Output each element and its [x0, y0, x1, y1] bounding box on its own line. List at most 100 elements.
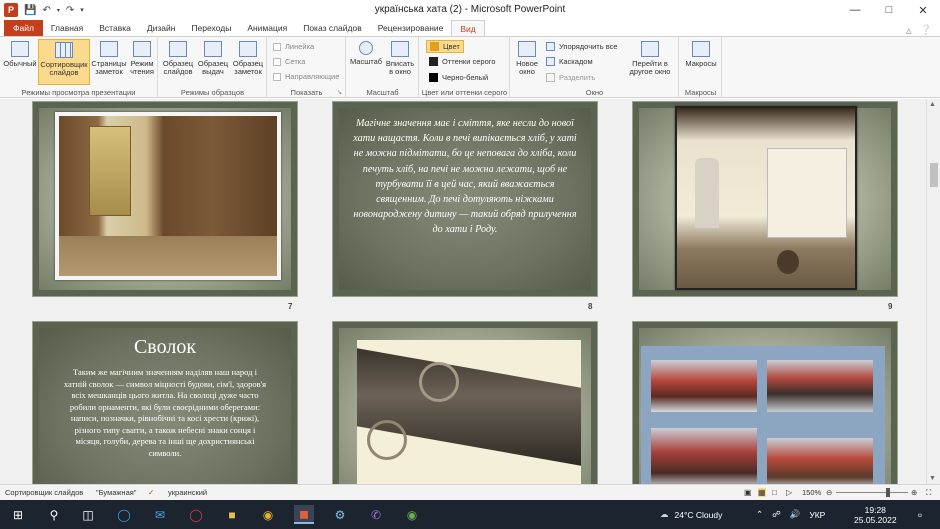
powerpoint-logo-icon[interactable]: P — [4, 3, 18, 17]
reading-view-icon — [133, 41, 151, 57]
mail-icon[interactable]: ✉ — [150, 505, 170, 524]
undo-dropdown-icon[interactable]: ▾ — [57, 7, 60, 14]
fit-to-window-button[interactable]: Вписать в окно — [384, 39, 416, 85]
customize-toolbar-icon[interactable]: ▾ — [80, 6, 84, 14]
notifications-icon[interactable]: ▫ — [910, 505, 930, 524]
tab-home[interactable]: Главная — [43, 20, 91, 36]
cascade-button[interactable]: Каскадом — [543, 55, 596, 68]
normal-view-button[interactable]: Обычный — [3, 39, 37, 85]
slide-thumbnail-12[interactable] — [632, 321, 898, 484]
undo-icon[interactable]: ↶ — [42, 5, 50, 16]
dialog-launcher-icon[interactable]: ↘ — [337, 89, 342, 96]
macros-button[interactable]: Макросы — [683, 39, 719, 85]
slide-thumbnail-10[interactable]: Сволок Таким же магічним значенням наділ… — [32, 321, 298, 484]
vertical-scrollbar[interactable]: ▲ ▼ — [926, 99, 940, 484]
group-window: Новое окно Упорядочить все Каскадом Разд… — [511, 37, 679, 98]
slide-text: Таким же магічним значенням наділяв наш … — [63, 367, 267, 458]
switch-windows-button[interactable]: Перейти в другое окно — [623, 39, 677, 85]
new-window-button[interactable]: Новое окно — [513, 39, 541, 85]
tab-file[interactable]: Файл — [4, 20, 43, 36]
notes-page-button[interactable]: Страницы заметок — [91, 39, 127, 85]
weather-widget[interactable]: ☁ 24°C Cloudy — [660, 500, 722, 529]
arrange-all-button[interactable]: Упорядочить все — [543, 40, 621, 53]
tab-review[interactable]: Рецензирование — [370, 20, 452, 36]
tab-design[interactable]: Дизайн — [139, 20, 184, 36]
save-icon[interactable]: 💾 — [24, 5, 36, 16]
windows-taskbar: ⊞ ⚲ ◫ ◯ ✉ ◯ ■ ◉ ◼ ⚙ ✆ ◉ ☁ 24°C Cloudy ⌃ … — [0, 500, 940, 529]
zoom-level[interactable]: 150% — [802, 488, 821, 497]
interior-photo — [55, 112, 281, 280]
reading-view-button[interactable]: Режим чтения — [128, 39, 156, 85]
group-presentation-views: Обычный Сортировщик слайдов Страницы зам… — [0, 37, 158, 98]
slide-thumbnail-8[interactable]: Магічне значення має і сміття, яке несли… — [332, 101, 598, 297]
steam-icon[interactable]: ⚙ — [330, 505, 350, 524]
close-button[interactable]: ✕ — [906, 0, 940, 20]
slide-master-button[interactable]: Образец слайдов — [161, 39, 195, 85]
minimize-button[interactable]: — — [838, 0, 872, 20]
pot — [777, 250, 799, 274]
tab-slide-show[interactable]: Показ слайдов — [295, 20, 370, 36]
tab-animations[interactable]: Анимация — [239, 20, 295, 36]
woman-figure — [695, 158, 719, 228]
slide-sorter-button[interactable]: Сортировщик слайдов — [38, 39, 90, 85]
zoom-in-icon[interactable]: ⊕ — [911, 488, 917, 497]
windows-start-icon[interactable]: ⊞ — [8, 505, 28, 524]
clock[interactable]: 19:28 25.05.2022 — [854, 500, 897, 529]
slide-number: 9 — [888, 302, 893, 311]
group-label: Окно — [585, 88, 604, 97]
show-hidden-icons[interactable]: ⌃ — [756, 509, 763, 520]
task-view-icon[interactable]: ◫ — [78, 505, 98, 524]
tab-view[interactable]: Вид — [451, 20, 485, 36]
zoom-slider-thumb[interactable] — [886, 488, 890, 497]
slide-sorter-view-icon[interactable]: ▦ — [758, 488, 766, 497]
maximize-button[interactable]: □ — [872, 0, 906, 20]
input-language[interactable]: УКР — [809, 510, 825, 520]
slide-thumbnail-7[interactable] — [32, 101, 298, 297]
slide-thumbnail-11[interactable] — [332, 321, 598, 484]
beam-photo — [651, 428, 757, 484]
tab-insert[interactable]: Вставка — [91, 20, 139, 36]
chrome-icon[interactable]: ◉ — [258, 505, 278, 524]
normal-view-icon — [11, 41, 29, 57]
powerpoint-taskbar-icon[interactable]: ◼ — [294, 505, 314, 524]
zoom-out-icon[interactable]: ⊖ — [826, 488, 832, 497]
guides-checkbox[interactable]: Направляющие — [273, 72, 339, 81]
grayscale-button[interactable]: Оттенки серого — [426, 55, 499, 68]
edge-browser-icon[interactable]: ◯ — [114, 505, 134, 524]
reading-view-icon[interactable]: □ — [772, 488, 777, 497]
color-button[interactable]: Цвет — [426, 40, 464, 53]
normal-view-icon[interactable]: ▣ — [744, 488, 752, 497]
slide-thumbnail-9[interactable] — [632, 101, 898, 297]
collapse-ribbon-icon[interactable]: △ — [906, 27, 911, 35]
spellcheck-icon[interactable]: ✓ — [148, 488, 154, 497]
chrome-profile-icon[interactable]: ◉ — [402, 505, 422, 524]
black-white-button[interactable]: Черно-белый — [426, 71, 491, 84]
file-explorer-icon[interactable]: ■ — [222, 505, 242, 524]
group-label: Макросы — [684, 88, 717, 97]
handout-master-button[interactable]: Образец выдач — [196, 39, 230, 85]
redo-icon[interactable]: ↷ — [66, 5, 74, 16]
volume-icon[interactable]: 🔊 — [790, 509, 801, 520]
carved-beam-photo — [357, 340, 581, 484]
cloud-icon: ☁ — [660, 509, 669, 519]
zoom-slider[interactable] — [836, 492, 908, 493]
beam-photo — [767, 360, 873, 412]
help-icon[interactable]: ❔ — [920, 25, 932, 36]
slide-number: 8 — [588, 302, 593, 311]
scroll-down-icon[interactable]: ▼ — [929, 475, 936, 482]
fit-slide-icon[interactable]: ⛶ — [926, 488, 931, 498]
split-button[interactable]: Разделить — [543, 71, 598, 84]
search-icon[interactable]: ⚲ — [44, 505, 64, 524]
ruler-checkbox[interactable]: Линейка — [273, 42, 314, 51]
slideshow-icon[interactable]: ▷ — [786, 488, 792, 497]
opera-icon[interactable]: ◯ — [186, 505, 206, 524]
gridlines-checkbox[interactable]: Сетка — [273, 57, 305, 66]
scroll-thumb[interactable] — [930, 163, 938, 187]
viber-icon[interactable]: ✆ — [366, 505, 386, 524]
status-language[interactable]: украинский — [168, 488, 207, 497]
tab-transitions[interactable]: Переходы — [183, 20, 239, 36]
scroll-up-icon[interactable]: ▲ — [929, 101, 936, 108]
zoom-button[interactable]: Масштаб — [349, 39, 383, 85]
notes-master-button[interactable]: Образец заметок — [231, 39, 265, 85]
network-icon[interactable]: ☍ — [772, 509, 781, 520]
